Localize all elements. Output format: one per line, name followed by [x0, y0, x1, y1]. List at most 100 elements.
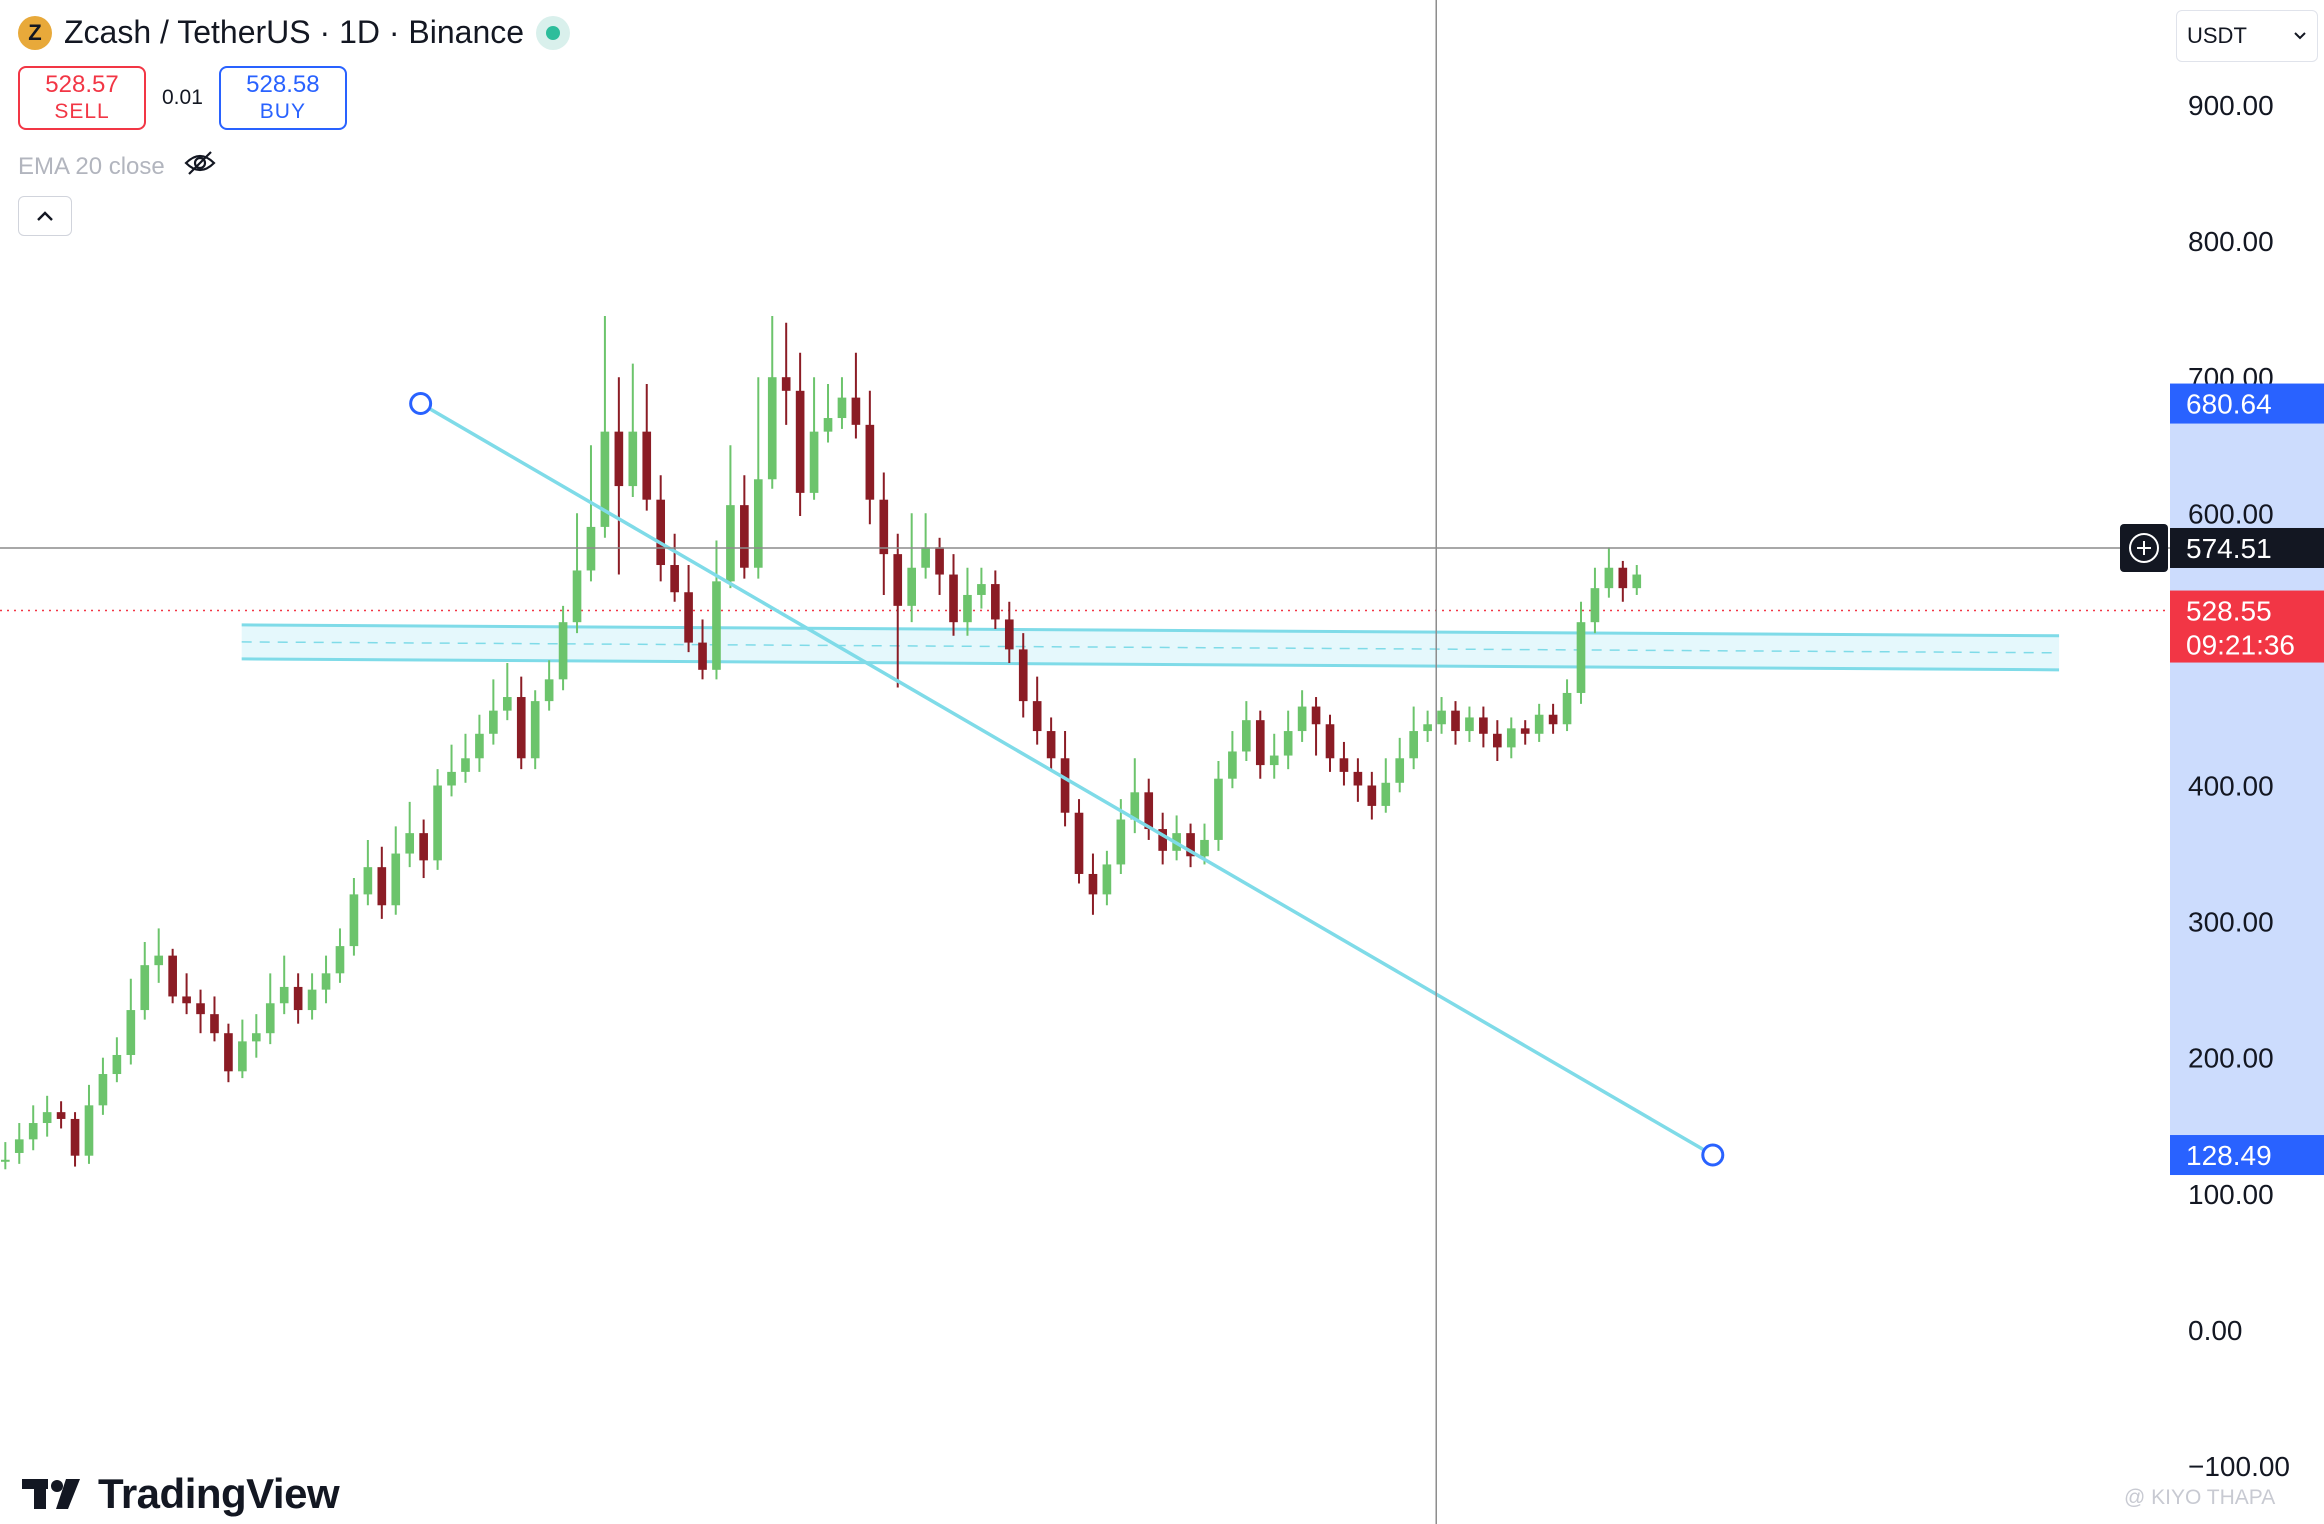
candle-body — [907, 567, 917, 606]
candle-body — [1060, 758, 1070, 813]
candle-body — [1032, 701, 1042, 732]
tradingview-logo-icon — [22, 1479, 80, 1509]
sell-label: SELL — [54, 100, 110, 123]
candle-body — [795, 390, 805, 493]
zcash-coin-icon: Z — [18, 15, 52, 50]
candle-body — [963, 594, 972, 623]
candle-body — [865, 424, 875, 500]
candle-body — [1590, 588, 1600, 623]
candle-body — [1255, 720, 1265, 766]
candle-body — [1395, 758, 1405, 783]
candle-body — [1465, 717, 1474, 732]
collapse-legend-button[interactable] — [18, 196, 72, 236]
buy-label: BUY — [259, 100, 306, 123]
candle-body — [1409, 731, 1418, 759]
candle-body — [781, 377, 791, 391]
indicator-label: EMA 20 close — [18, 152, 165, 180]
candle-body — [1493, 733, 1502, 748]
sell-price: 528.57 — [45, 71, 119, 98]
candle-body — [56, 1112, 66, 1119]
price-tick-label: 200.00 — [2188, 1043, 2274, 1074]
candle-body — [126, 1010, 136, 1055]
candle-body — [307, 989, 317, 1011]
status-dot — [546, 25, 561, 40]
candle-body — [1604, 567, 1614, 589]
candle-body — [1548, 714, 1558, 725]
indicator-legend[interactable]: EMA 20 close — [18, 150, 217, 183]
candle-body — [251, 1033, 261, 1042]
candle-body — [684, 592, 693, 643]
candle-body — [1381, 782, 1391, 806]
candle-body — [753, 479, 763, 568]
spread-value: 0.01 — [162, 86, 203, 109]
trend-end-price-label: 128.49 — [2186, 1140, 2272, 1171]
candle-body — [558, 622, 568, 680]
logo-text: TradingView — [98, 1470, 340, 1517]
candle-body — [851, 397, 861, 425]
currency-select[interactable]: USDT — [2176, 10, 2318, 62]
eye-off-icon[interactable] — [183, 150, 217, 183]
candle-body — [1534, 714, 1544, 734]
symbol-header[interactable]: Z Zcash / TetherUS · 1D · Binance — [18, 14, 571, 51]
candle-body — [391, 853, 401, 906]
candle-body — [977, 584, 986, 595]
current-price-label-countdown: 09:21:36 — [2186, 630, 2295, 661]
chevron-down-icon — [2294, 32, 2306, 40]
candle-body — [1269, 755, 1279, 766]
candle-body — [921, 547, 930, 568]
candle-body — [949, 574, 958, 623]
candle-body — [210, 1014, 219, 1034]
candle-body — [1339, 758, 1349, 772]
candle-body — [1506, 728, 1516, 748]
candle-body — [265, 1003, 275, 1034]
candle-body — [1046, 731, 1056, 759]
trend-start-price-label: 680.64 — [2186, 389, 2272, 420]
chevron-up-icon — [37, 211, 53, 221]
candle-body — [502, 697, 512, 711]
candle-body — [879, 499, 889, 555]
price-tick-label: 600.00 — [2188, 498, 2274, 529]
candle-body — [837, 397, 847, 419]
candle-body — [196, 1003, 205, 1015]
candle-body — [767, 377, 777, 480]
candle-body — [1353, 771, 1363, 786]
candle-body — [740, 505, 749, 568]
sell-button[interactable]: 528.57 SELL — [18, 66, 146, 130]
candle-body — [1520, 728, 1530, 734]
candle-body — [1200, 839, 1209, 857]
candle-body — [642, 431, 652, 500]
candle-body — [1618, 567, 1628, 589]
candle-body — [28, 1123, 38, 1140]
watermark: @ KIYO THAPA — [2124, 1486, 2276, 1509]
buy-button[interactable]: 528.58 BUY — [218, 66, 347, 130]
price-tick-label: 0.00 — [2188, 1315, 2243, 1346]
support-zone[interactable] — [241, 623, 2060, 672]
candle-body — [433, 785, 442, 861]
candle-body — [1437, 710, 1446, 725]
candle-body — [530, 701, 540, 759]
candle-body — [1562, 692, 1572, 725]
candle-body — [1632, 574, 1642, 589]
price-chart[interactable]: 900.00800.00700.00600.00500.00400.00300.… — [0, 0, 2324, 1524]
candle-body — [112, 1054, 122, 1075]
candle-body — [1214, 778, 1223, 840]
candle-body — [656, 499, 666, 566]
trendline-segment — [419, 402, 1714, 1157]
candle-body — [154, 955, 164, 966]
tradingview-logo[interactable]: TradingView — [22, 1470, 340, 1518]
candle-body — [712, 581, 721, 670]
candle-body — [1242, 720, 1251, 752]
candle-body — [1116, 819, 1126, 865]
candle-body — [377, 867, 387, 906]
candle-body — [1297, 706, 1307, 732]
candle-body — [14, 1139, 24, 1153]
candle-body — [1074, 812, 1084, 874]
candle-body — [489, 710, 498, 734]
candle-body — [1283, 731, 1293, 756]
candle-body — [42, 1112, 52, 1124]
candle-body — [1479, 717, 1488, 734]
market-status-icon[interactable] — [536, 15, 571, 50]
trade-buttons: 528.57 SELL 0.01 528.58 BUY — [18, 66, 347, 130]
candle-body — [363, 867, 373, 895]
candle-body — [279, 986, 289, 1004]
